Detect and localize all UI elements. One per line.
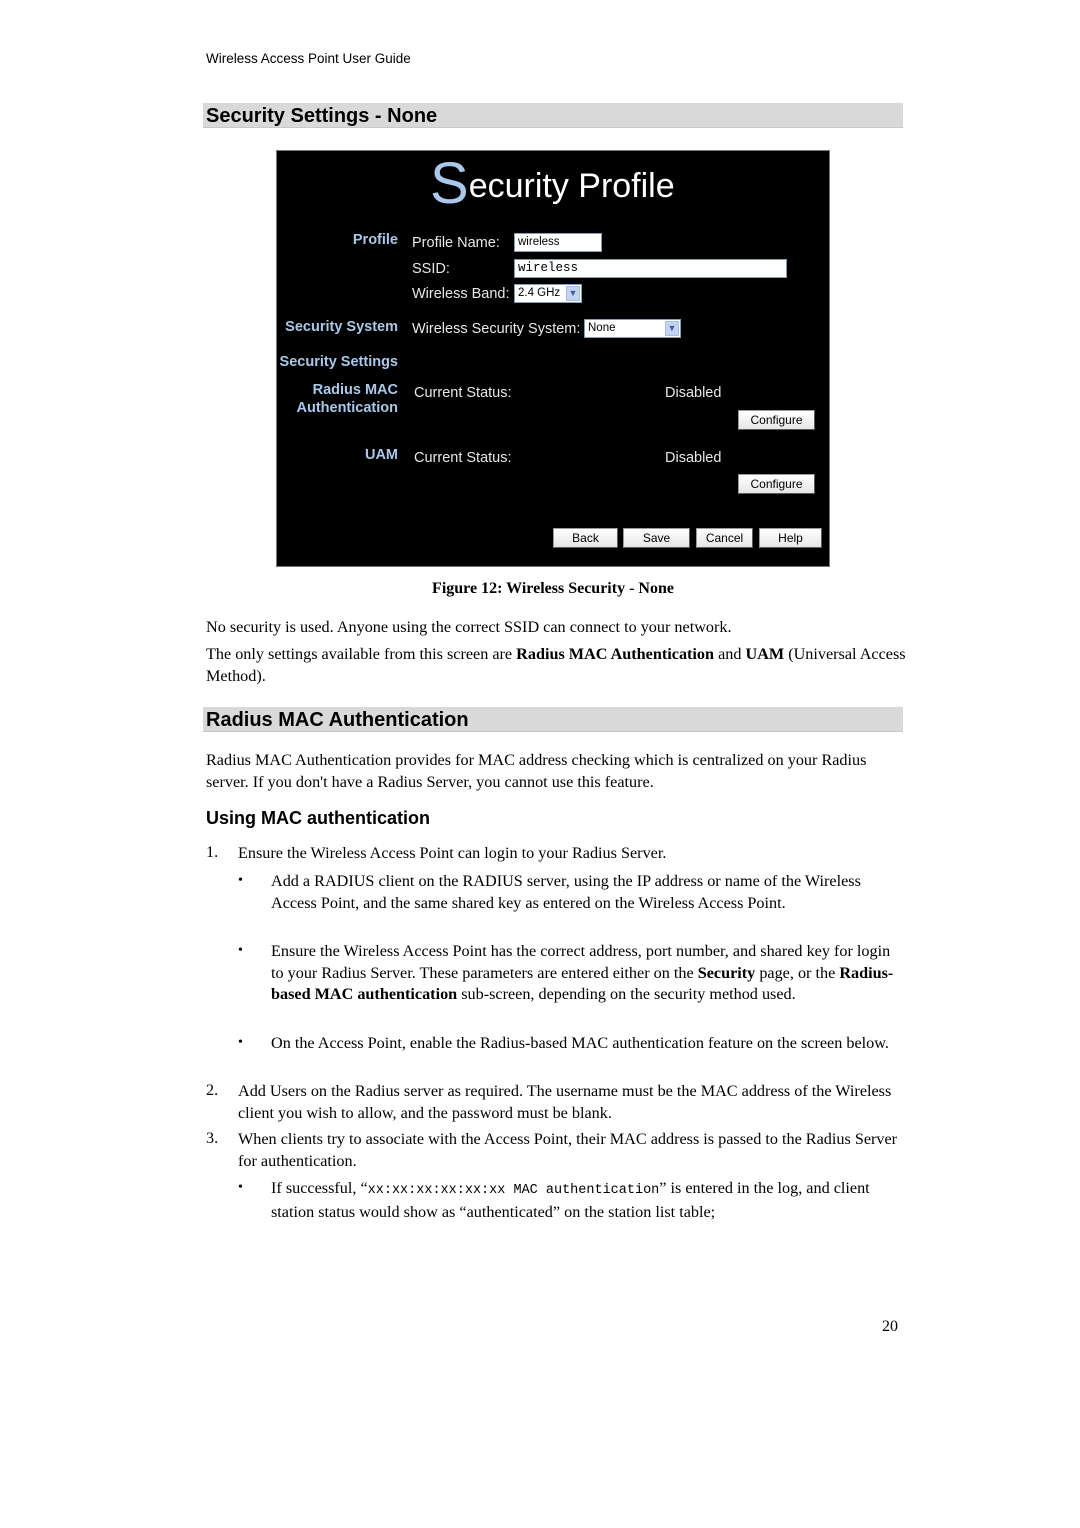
section-heading-text: Radius MAC Authentication bbox=[206, 709, 469, 731]
wireless-band-select[interactable]: 2.4 GHz ▼ bbox=[514, 284, 582, 303]
profile-name-input[interactable]: wireless bbox=[514, 233, 602, 252]
running-header: Wireless Access Point User Guide bbox=[206, 51, 411, 66]
subheading-using-mac: Using MAC authentication bbox=[206, 808, 430, 828]
ssid-input[interactable]: wireless bbox=[514, 259, 787, 278]
bullet-icon: • bbox=[238, 1035, 243, 1050]
bullet-text: On the Access Point, enable the Radius-b… bbox=[271, 1034, 889, 1052]
security-system-select[interactable]: None ▼ bbox=[584, 319, 681, 338]
ssid-label: SSID: bbox=[412, 261, 450, 277]
section-heading-text: Security Settings - None bbox=[206, 105, 438, 127]
chevron-down-icon[interactable]: ▼ bbox=[665, 321, 679, 336]
section-label-radius-mac: Radius MAC Authentication bbox=[296, 382, 399, 416]
section-label-uam: UAM bbox=[364, 447, 398, 463]
bullet-text: Ensure the Wireless Access Point has the… bbox=[271, 942, 894, 1003]
bullet-text: Add a RADIUS client on the RADIUS server… bbox=[271, 872, 861, 912]
bullet-text: If successful, “xx:xx:xx:xx:xx:xx MAC au… bbox=[271, 1179, 870, 1221]
bullet-icon: • bbox=[238, 1180, 243, 1195]
radius-status-label: Current Status: bbox=[414, 385, 512, 401]
step-number: 2. bbox=[206, 1081, 219, 1099]
log-message-code: xx:xx:xx:xx:xx:xx MAC authentication bbox=[367, 1183, 660, 1198]
section-label-security-system: Security System bbox=[285, 319, 398, 335]
step-text: Ensure the Wireless Access Point can log… bbox=[238, 844, 667, 862]
section-label-security-settings: Security Settings bbox=[279, 354, 398, 370]
security-system-label: Wireless Security System: bbox=[412, 321, 581, 337]
back-button[interactable]: Back bbox=[553, 528, 618, 548]
section-heading-radius-mac: Radius MAC Authentication bbox=[203, 707, 903, 732]
step-text: Add Users on the Radius server as requir… bbox=[238, 1082, 892, 1122]
figure-title: Security Profile bbox=[430, 151, 675, 216]
chevron-down-icon[interactable]: ▼ bbox=[566, 286, 580, 301]
bullet-icon: • bbox=[238, 873, 243, 888]
uam-configure-button[interactable]: Configure bbox=[738, 474, 815, 494]
section-label-profile: Profile bbox=[352, 232, 398, 248]
step-number: 3. bbox=[206, 1129, 219, 1147]
wireless-band-label: Wireless Band: bbox=[412, 286, 510, 302]
profile-name-label: Profile Name: bbox=[412, 235, 500, 251]
step-number: 1. bbox=[206, 843, 219, 861]
bullet-icon: • bbox=[238, 943, 243, 958]
uam-status-value: Disabled bbox=[665, 450, 722, 466]
help-button[interactable]: Help bbox=[759, 528, 822, 548]
intro-paragraph-2: The only settings available from this sc… bbox=[206, 645, 906, 685]
radius-paragraph: Radius MAC Authentication provides for M… bbox=[206, 751, 867, 791]
security-profile-screenshot: Security Profile Profile Profile Name: w… bbox=[276, 150, 830, 567]
intro-paragraph-1: No security is used. Anyone using the co… bbox=[206, 618, 732, 636]
security-system-value: None bbox=[588, 322, 616, 334]
wireless-band-value: 2.4 GHz bbox=[518, 287, 561, 299]
page-number: 20 bbox=[882, 1318, 898, 1335]
uam-status-label: Current Status: bbox=[414, 450, 512, 466]
radius-configure-button[interactable]: Configure bbox=[738, 410, 815, 430]
figure-caption: Figure 12: Wireless Security - None bbox=[432, 580, 674, 597]
step-text: When clients try to associate with the A… bbox=[238, 1130, 898, 1170]
section-heading-security-settings: Security Settings - None bbox=[203, 103, 903, 128]
save-button[interactable]: Save bbox=[623, 528, 690, 548]
cancel-button[interactable]: Cancel bbox=[696, 528, 753, 548]
radius-status-value: Disabled bbox=[665, 385, 722, 401]
